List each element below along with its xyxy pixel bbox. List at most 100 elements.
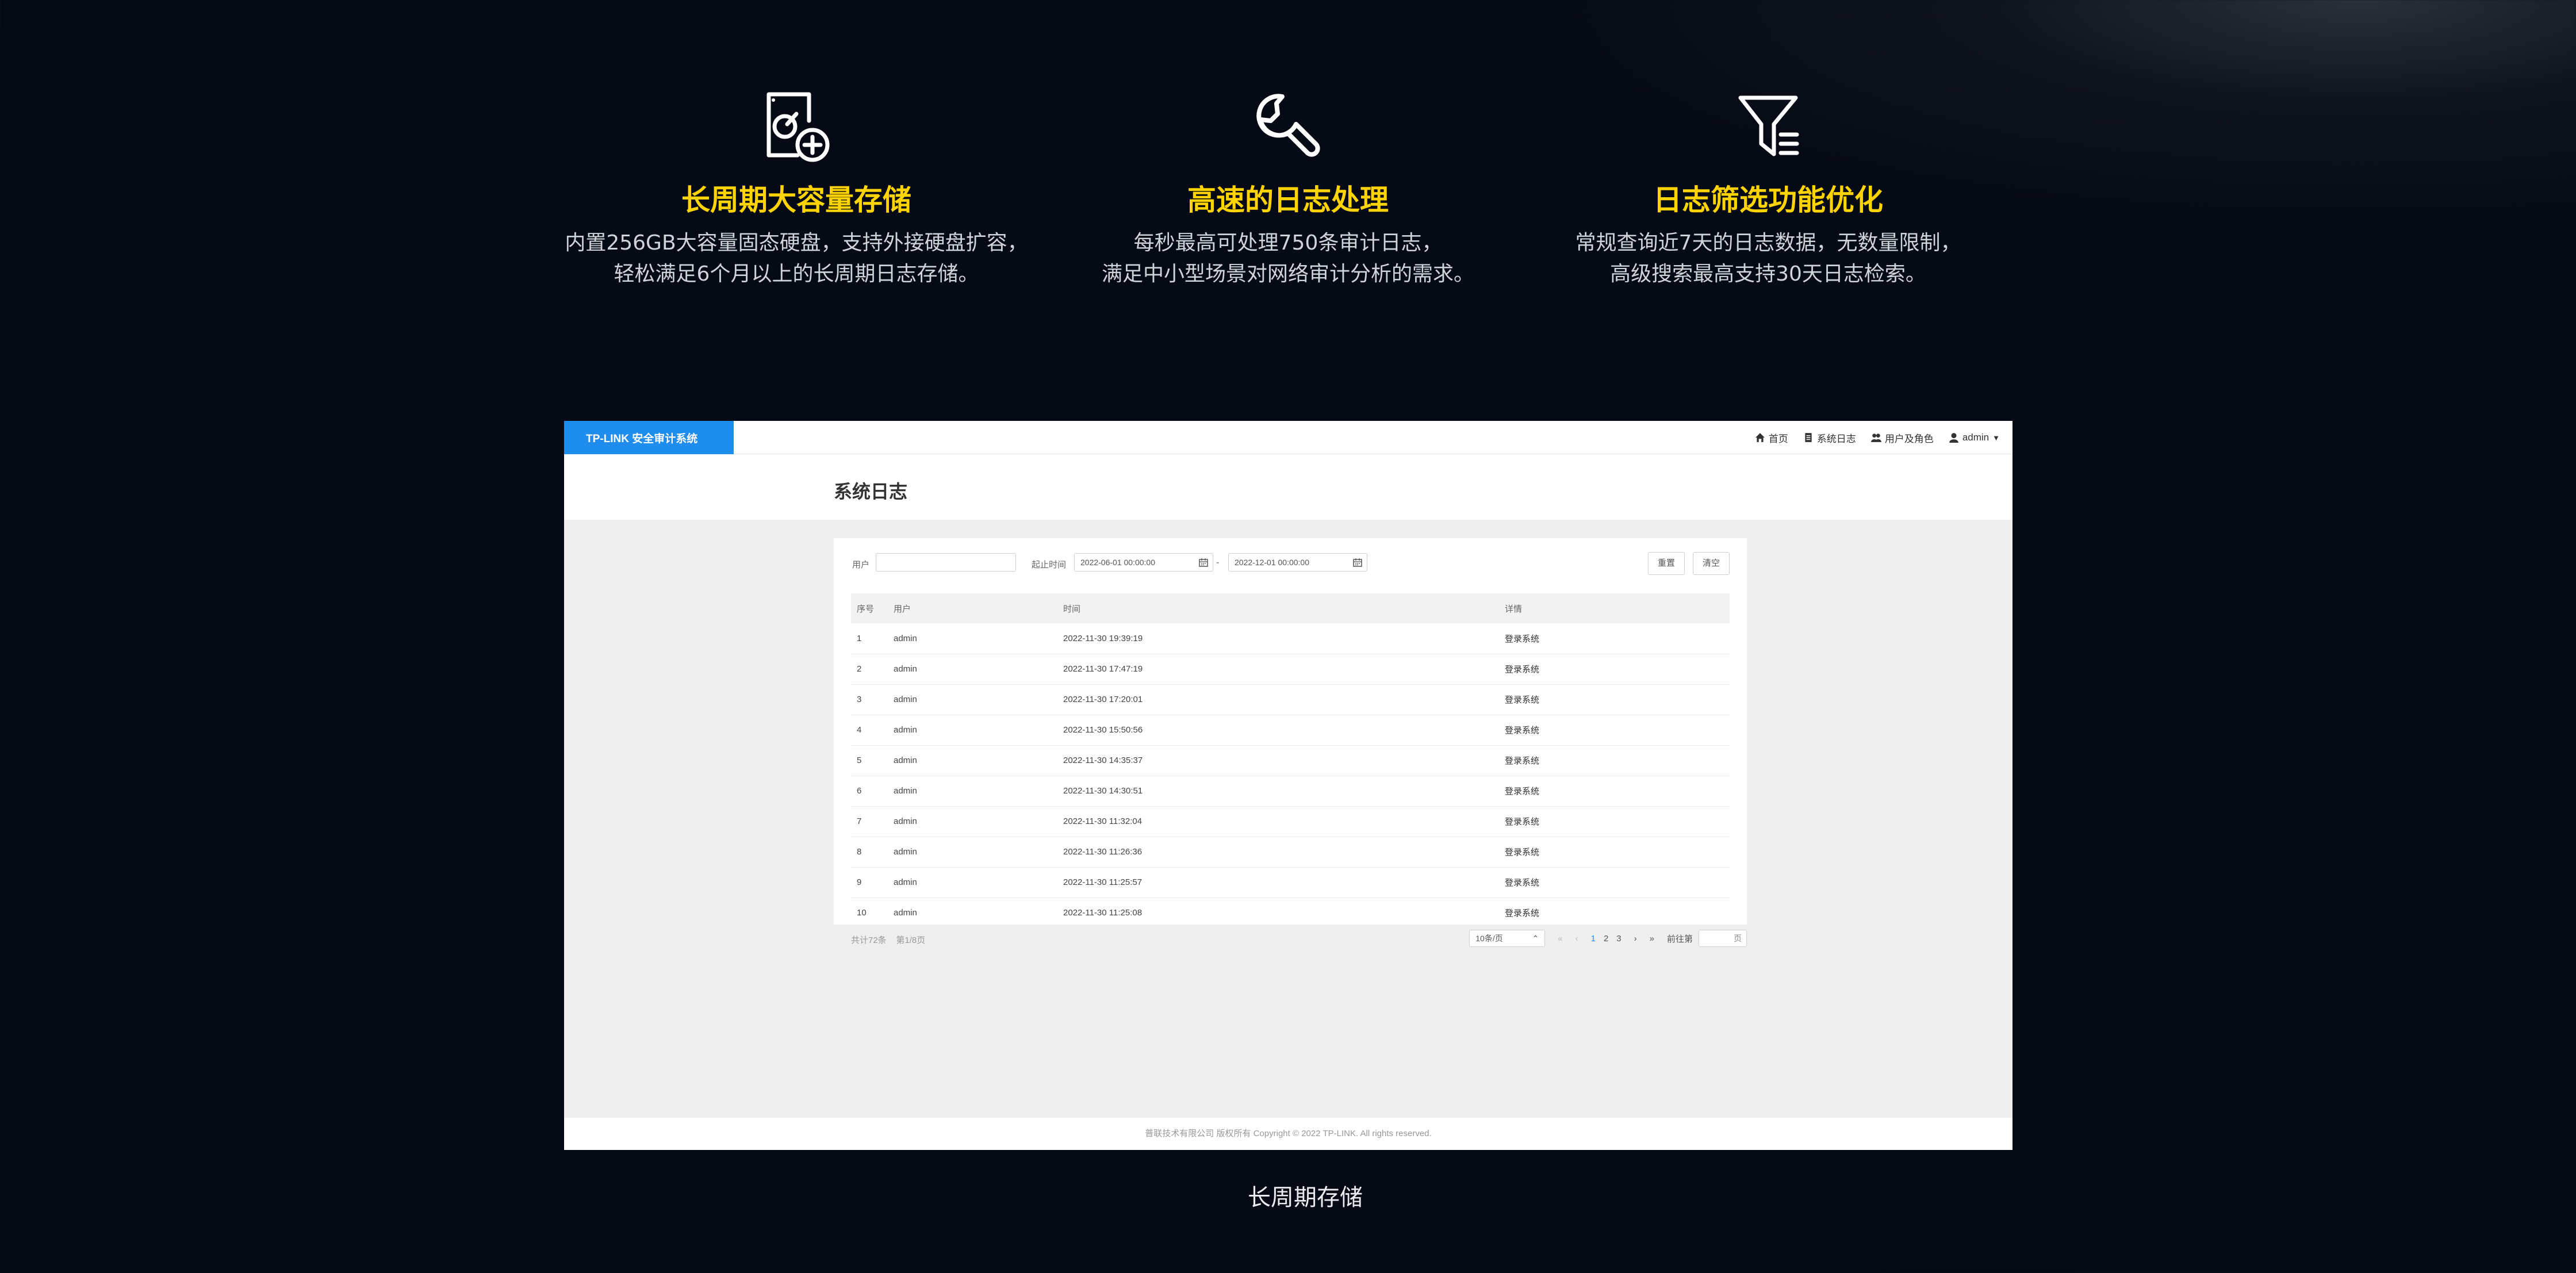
cell-index: 8 bbox=[851, 837, 888, 868]
goto-page-input[interactable]: 页 bbox=[1699, 930, 1747, 947]
cell-user: admin bbox=[888, 837, 1057, 868]
clear-button[interactable]: 清空 bbox=[1693, 552, 1730, 575]
end-time-value: 2022-12-01 00:00:00 bbox=[1235, 558, 1309, 567]
home-icon bbox=[1755, 433, 1765, 442]
column-header-detail: 详情 bbox=[1499, 593, 1730, 623]
cell-time: 2022-11-30 15:50:56 bbox=[1057, 715, 1499, 746]
top-nav: 首页 系统日志 用户及角色 admin ▼ bbox=[1755, 421, 2000, 454]
next-page-button[interactable]: › bbox=[1634, 934, 1637, 944]
table-row: 9 admin 2022-11-30 11:25:57 登录系统 bbox=[851, 867, 1730, 898]
table-row: 2 admin 2022-11-30 17:47:19 登录系统 bbox=[851, 654, 1730, 685]
filter-bar: 用户 起止时间 2022-06-01 00:00:00 - 2022-12-01… bbox=[834, 538, 1747, 590]
page-size-select[interactable]: 10条/页 ⌃ bbox=[1469, 930, 1546, 947]
cell-index: 4 bbox=[851, 715, 888, 746]
user-filter-label: 用户 bbox=[852, 560, 870, 570]
cell-index: 6 bbox=[851, 776, 888, 807]
page-info: 第1/8页 bbox=[896, 935, 926, 945]
cell-detail: 登录系统 bbox=[1499, 684, 1730, 715]
feature-desc-line: 高级搜索最高支持30天日志检索。 bbox=[1610, 262, 1926, 286]
pager: 10条/页 ⌃ « ‹ 1 2 3 › » 前往第 页 bbox=[1469, 927, 1747, 950]
table-row: 6 admin 2022-11-30 14:30:51 登录系统 bbox=[851, 776, 1730, 807]
feature-desc: 内置256GB大容量固态硬盘，支持外接硬盘扩容， 轻松满足6个月以上的长周期日志… bbox=[515, 228, 1078, 290]
cell-time: 2022-11-30 11:25:08 bbox=[1057, 898, 1499, 929]
top-bar: TP-LINK 安全审计系统 首页 系统日志 用户及角色 admin ▼ bbox=[564, 421, 2012, 454]
calendar-icon[interactable] bbox=[1199, 558, 1208, 567]
table-row: 7 admin 2022-11-30 11:32:04 登录系统 bbox=[851, 806, 1730, 837]
disk-plus-icon bbox=[515, 80, 1078, 172]
range-separator: - bbox=[1216, 558, 1220, 568]
copyright-footer: 普联技术有限公司 版权所有 Copyright © 2022 TP-LINK. … bbox=[564, 1118, 2012, 1150]
page-title: 系统日志 bbox=[834, 481, 908, 502]
nav-system-log[interactable]: 系统日志 bbox=[1803, 431, 1856, 445]
cell-detail: 登录系统 bbox=[1499, 654, 1730, 685]
first-page-button[interactable]: « bbox=[1558, 934, 1562, 944]
users-icon bbox=[1870, 434, 1881, 442]
cell-time: 2022-11-30 11:32:04 bbox=[1057, 806, 1499, 837]
cell-index: 3 bbox=[851, 684, 888, 715]
account-name: admin bbox=[1962, 432, 1989, 443]
cell-user: admin bbox=[888, 867, 1057, 898]
time-range-label: 起止时间 bbox=[1032, 560, 1067, 570]
page-button-1[interactable]: 1 bbox=[1591, 934, 1596, 944]
end-time-input[interactable]: 2022-12-01 00:00:00 bbox=[1228, 553, 1367, 572]
user-icon bbox=[1949, 433, 1958, 443]
caption: 长周期存储 bbox=[1248, 1184, 1363, 1211]
table-row: 5 admin 2022-11-30 14:35:37 登录系统 bbox=[851, 745, 1730, 776]
cell-detail: 登录系统 bbox=[1499, 898, 1730, 929]
cell-detail: 登录系统 bbox=[1499, 745, 1730, 776]
cell-user: admin bbox=[888, 654, 1057, 685]
goto-unit: 页 bbox=[1734, 934, 1742, 943]
feature-desc-line: 内置256GB大容量固态硬盘，支持外接硬盘扩容， bbox=[565, 231, 1028, 255]
account-menu[interactable]: admin ▼ bbox=[1949, 432, 2000, 443]
chevron-up-icon: ⌃ bbox=[1532, 933, 1539, 943]
cell-time: 2022-11-30 19:39:19 bbox=[1057, 623, 1499, 654]
table-header-row: 序号 用户 时间 详情 bbox=[851, 593, 1730, 623]
log-table: 序号 用户 时间 详情 1 admin 2022-11-30 19:39:19 登录系… bbox=[851, 593, 1730, 929]
table-row: 1 admin 2022-11-30 19:39:19 登录系统 bbox=[851, 623, 1730, 654]
last-page-button[interactable]: » bbox=[1650, 934, 1654, 944]
feature-title: 长周期大容量存储 bbox=[681, 183, 911, 217]
log-panel: 用户 起止时间 2022-06-01 00:00:00 - 2022-12-01… bbox=[834, 538, 1747, 929]
cell-time: 2022-11-30 17:20:01 bbox=[1057, 684, 1499, 715]
cell-index: 9 bbox=[851, 867, 888, 898]
cell-user: admin bbox=[888, 715, 1057, 746]
pagination-bar: 共计72条 第1/8页 10条/页 ⌃ « ‹ 1 2 3 › » 前往第 页 bbox=[834, 927, 1747, 950]
nav-users-roles-label: 用户及角色 bbox=[1884, 433, 1934, 444]
total-count: 共计72条 bbox=[851, 935, 887, 945]
table-row: 8 admin 2022-11-30 11:26:36 登录系统 bbox=[851, 837, 1730, 868]
cell-user: admin bbox=[888, 623, 1057, 654]
user-filter-input[interactable] bbox=[876, 553, 1016, 572]
prev-page-button[interactable]: ‹ bbox=[1575, 934, 1578, 944]
start-time-input[interactable]: 2022-06-01 00:00:00 bbox=[1074, 553, 1213, 572]
calendar-icon[interactable] bbox=[1353, 558, 1362, 567]
cell-detail: 登录系统 bbox=[1499, 837, 1730, 868]
column-header-index: 序号 bbox=[851, 593, 888, 623]
nav-home[interactable]: 首页 bbox=[1755, 431, 1788, 445]
cell-user: admin bbox=[888, 776, 1057, 807]
page-button-3[interactable]: 3 bbox=[1616, 934, 1621, 944]
feature-desc-line: 轻松满足6个月以上的长周期日志存储。 bbox=[614, 262, 979, 286]
brand-logo[interactable]: TP-LINK 安全审计系统 bbox=[564, 421, 734, 454]
nav-users-roles[interactable]: 用户及角色 bbox=[1870, 431, 1934, 445]
feature-desc: 每秒最高可处理750条审计日志， 满足中小型场景对网络审计分析的需求。 bbox=[1006, 228, 1570, 290]
cell-user: admin bbox=[888, 745, 1057, 776]
filter-icon bbox=[1486, 80, 2050, 172]
feature-desc-line: 每秒最高可处理750条审计日志， bbox=[1133, 231, 1443, 255]
feature-desc-line: 满足中小型场景对网络审计分析的需求。 bbox=[1101, 262, 1474, 286]
cell-time: 2022-11-30 14:35:37 bbox=[1057, 745, 1499, 776]
feature-desc: 常规查询近7天的日志数据，无数量限制， 高级搜索最高支持30天日志检索。 bbox=[1486, 228, 2050, 290]
reset-button[interactable]: 重置 bbox=[1648, 552, 1685, 575]
nav-home-label: 首页 bbox=[1768, 433, 1788, 444]
feature-storage: 长周期大容量存储 内置256GB大容量固态硬盘，支持外接硬盘扩容， 轻松满足6个… bbox=[515, 80, 1078, 290]
app-window: TP-LINK 安全审计系统 首页 系统日志 用户及角色 admin ▼ 系统日… bbox=[564, 421, 2012, 1150]
start-time-value: 2022-06-01 00:00:00 bbox=[1080, 558, 1155, 567]
wrench-icon bbox=[1006, 80, 1570, 172]
cell-detail: 登录系统 bbox=[1499, 776, 1730, 807]
cell-time: 2022-11-30 11:25:57 bbox=[1057, 867, 1499, 898]
page-button-2[interactable]: 2 bbox=[1604, 934, 1608, 944]
cell-detail: 登录系统 bbox=[1499, 806, 1730, 837]
cell-detail: 登录系统 bbox=[1499, 715, 1730, 746]
cell-time: 2022-11-30 14:30:51 bbox=[1057, 776, 1499, 807]
cell-time: 2022-11-30 17:47:19 bbox=[1057, 654, 1499, 685]
feature-title: 高速的日志处理 bbox=[1187, 183, 1389, 217]
